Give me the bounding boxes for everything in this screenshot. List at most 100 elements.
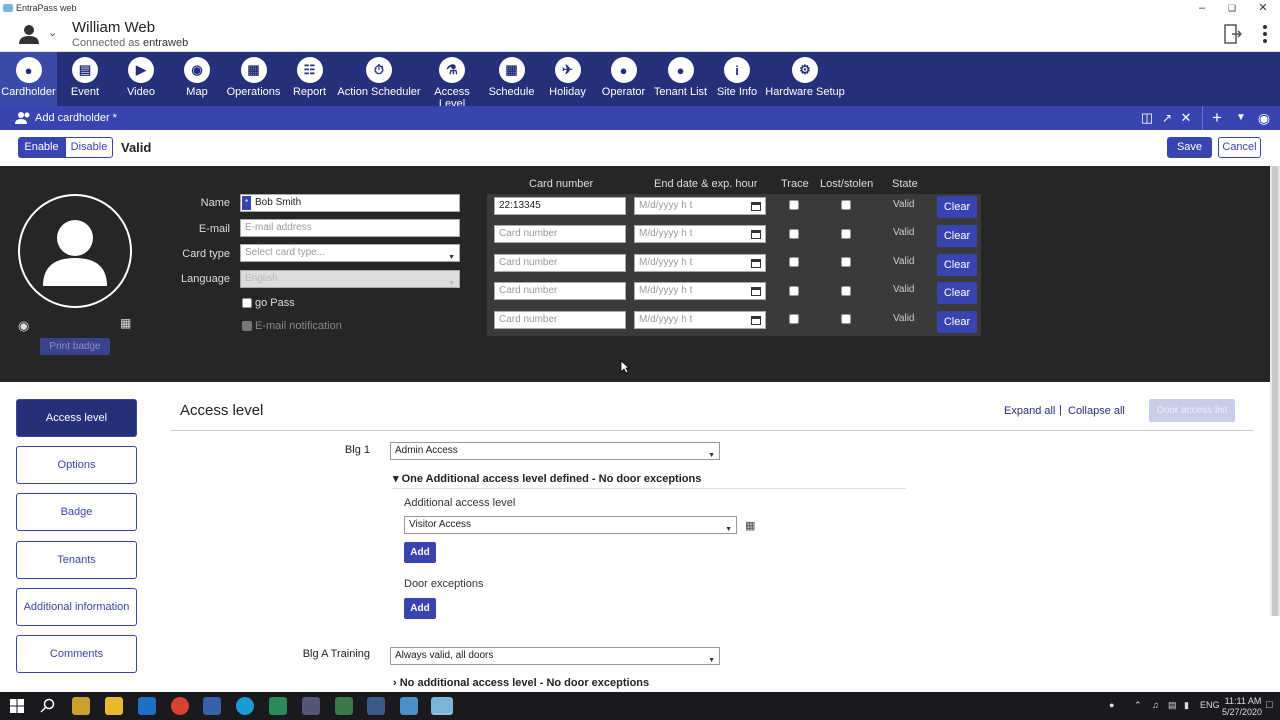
app-icon[interactable] (335, 697, 353, 715)
trace-checkbox[interactable] (789, 257, 799, 267)
blga-expand-toggle[interactable]: › No additional access level - No door e… (393, 677, 649, 689)
language-indicator[interactable]: ENG (1200, 700, 1220, 710)
task-view-icon[interactable] (72, 697, 90, 715)
menu-video[interactable]: ▶ Video (113, 52, 169, 106)
lost-stolen-checkbox[interactable] (841, 286, 851, 296)
outlook-icon[interactable] (138, 697, 156, 715)
lost-stolen-checkbox[interactable] (841, 229, 851, 239)
nav-options[interactable]: Options (16, 446, 137, 484)
disable-button[interactable]: Disable (65, 137, 113, 158)
scrollbar[interactable] (1270, 166, 1280, 616)
pop-out-icon[interactable]: ↗ (1158, 109, 1176, 127)
blg1-access-select[interactable]: Admin Access ▼ (390, 442, 720, 460)
app-icon[interactable] (269, 697, 287, 715)
trace-checkbox[interactable] (789, 200, 799, 210)
clear-button[interactable]: Clear (937, 196, 977, 218)
menu-cardholder[interactable]: ● Cardholder (0, 52, 57, 106)
lost-stolen-checkbox[interactable] (841, 200, 851, 210)
menu-operations[interactable]: ▦ Operations (225, 52, 282, 106)
split-view-icon[interactable]: ◫ (1138, 109, 1156, 127)
clock-date[interactable]: 5/27/2020 (1221, 707, 1263, 717)
name-field[interactable]: * Bob Smith (240, 194, 460, 212)
people-icon[interactable]: ● (1109, 700, 1114, 710)
menu-schedule[interactable]: ▦ Schedule (483, 52, 540, 106)
menu-access-level[interactable]: ⚗ Access Level (421, 52, 483, 110)
card-type-select[interactable]: Select card type... ▼ (240, 244, 460, 262)
calendar-icon[interactable] (751, 315, 761, 325)
nav-additional-information[interactable]: Additional information (16, 588, 137, 626)
menu-holiday[interactable]: ✈ Holiday (540, 52, 595, 106)
blga-access-select[interactable]: Always valid, all doors ▼ (390, 647, 720, 665)
user-avatar-icon[interactable] (18, 23, 40, 45)
volume-icon[interactable]: ♫ (1152, 700, 1159, 710)
chevron-down-icon[interactable]: ⌄ (48, 26, 57, 39)
menu-event[interactable]: ▤ Event (57, 52, 113, 106)
trash-icon[interactable]: ▦ (745, 519, 755, 532)
clock-time[interactable]: 11:11 AM (1223, 696, 1263, 706)
expand-all-link[interactable]: Expand all (1004, 405, 1055, 417)
nav-tenants[interactable]: Tenants (16, 541, 137, 579)
calendar-icon[interactable] (751, 258, 761, 268)
trace-checkbox[interactable] (789, 229, 799, 239)
camera-icon[interactable]: ◉ (18, 318, 29, 334)
minimize-button[interactable]: – (1192, 1, 1212, 15)
battery-icon[interactable]: ▮ (1184, 700, 1189, 711)
chevron-down-icon[interactable]: ▼ (1232, 109, 1250, 127)
enable-button[interactable]: Enable (18, 137, 65, 158)
end-date-input[interactable]: M/d/yyyy h t (634, 311, 766, 329)
lost-stolen-checkbox[interactable] (841, 314, 851, 324)
go-pass-checkbox[interactable] (242, 298, 252, 308)
app-icon[interactable] (400, 697, 418, 715)
add-icon[interactable]: + (1208, 109, 1226, 127)
save-button[interactable]: Save (1167, 137, 1212, 158)
end-date-input[interactable]: M/d/yyyy h t (634, 197, 766, 215)
end-date-input[interactable]: M/d/yyyy h t (634, 282, 766, 300)
more-options-icon[interactable] (1260, 24, 1270, 44)
search-icon[interactable] (39, 697, 57, 715)
app-icon[interactable] (367, 697, 385, 715)
scrollbar-thumb[interactable] (1272, 166, 1278, 616)
close-window-button[interactable]: ✕ (1253, 1, 1273, 15)
logout-icon[interactable] (1224, 24, 1242, 44)
nav-access-level[interactable]: Access level (16, 399, 137, 437)
calendar-icon[interactable] (751, 201, 761, 211)
menu-operator[interactable]: ● Operator (595, 52, 652, 106)
app-icon[interactable] (203, 697, 221, 715)
tray-chevron-icon[interactable]: ⌃ (1134, 700, 1142, 711)
email-field[interactable]: E-mail address (240, 219, 460, 237)
nav-badge[interactable]: Badge (16, 493, 137, 531)
door-access-list-button[interactable]: Door access list (1149, 399, 1235, 422)
network-icon[interactable]: ▤ (1168, 700, 1177, 711)
lost-stolen-checkbox[interactable] (841, 257, 851, 267)
notifications-icon[interactable]: □ (1266, 699, 1273, 711)
clear-button[interactable]: Clear (937, 282, 977, 304)
clear-button[interactable]: Clear (937, 254, 977, 276)
menu-hardware-setup[interactable]: ⚙ Hardware Setup (765, 52, 845, 106)
email-notification-checkbox[interactable] (242, 321, 252, 331)
print-badge-button[interactable]: Print badge (40, 338, 110, 355)
nav-comments[interactable]: Comments (16, 635, 137, 673)
cancel-button[interactable]: Cancel (1218, 137, 1261, 158)
card-number-input[interactable]: Card number (494, 311, 626, 329)
menu-map[interactable]: ◉ Map (169, 52, 225, 106)
trace-checkbox[interactable] (789, 314, 799, 324)
calendar-icon[interactable] (751, 229, 761, 239)
card-number-input[interactable]: Card number (494, 282, 626, 300)
add-access-level-button[interactable]: Add (404, 542, 436, 563)
card-number-input[interactable]: Card number (494, 254, 626, 272)
entrapass-taskbar-icon[interactable] (431, 697, 453, 715)
calendar-icon[interactable] (751, 286, 761, 296)
add-door-exception-button[interactable]: Add (404, 598, 436, 619)
blg1-expand-toggle[interactable]: ▾ One Additional access level defined - … (393, 472, 701, 485)
menu-action-scheduler[interactable]: ⏱ Action Scheduler (337, 52, 421, 106)
cardholder-photo[interactable] (18, 194, 132, 308)
maximize-button[interactable]: ❏ (1222, 1, 1242, 15)
menu-tenant-list[interactable]: ● Tenant List (652, 52, 709, 106)
menu-site-info[interactable]: i Site Info (709, 52, 765, 106)
end-date-input[interactable]: M/d/yyyy h t (634, 254, 766, 272)
app-icon[interactable] (302, 697, 320, 715)
additional-access-select[interactable]: Visitor Access ▼ (404, 516, 737, 534)
clear-button[interactable]: Clear (937, 311, 977, 333)
collapse-all-link[interactable]: Collapse all (1068, 405, 1125, 417)
skype-icon[interactable] (236, 697, 254, 715)
